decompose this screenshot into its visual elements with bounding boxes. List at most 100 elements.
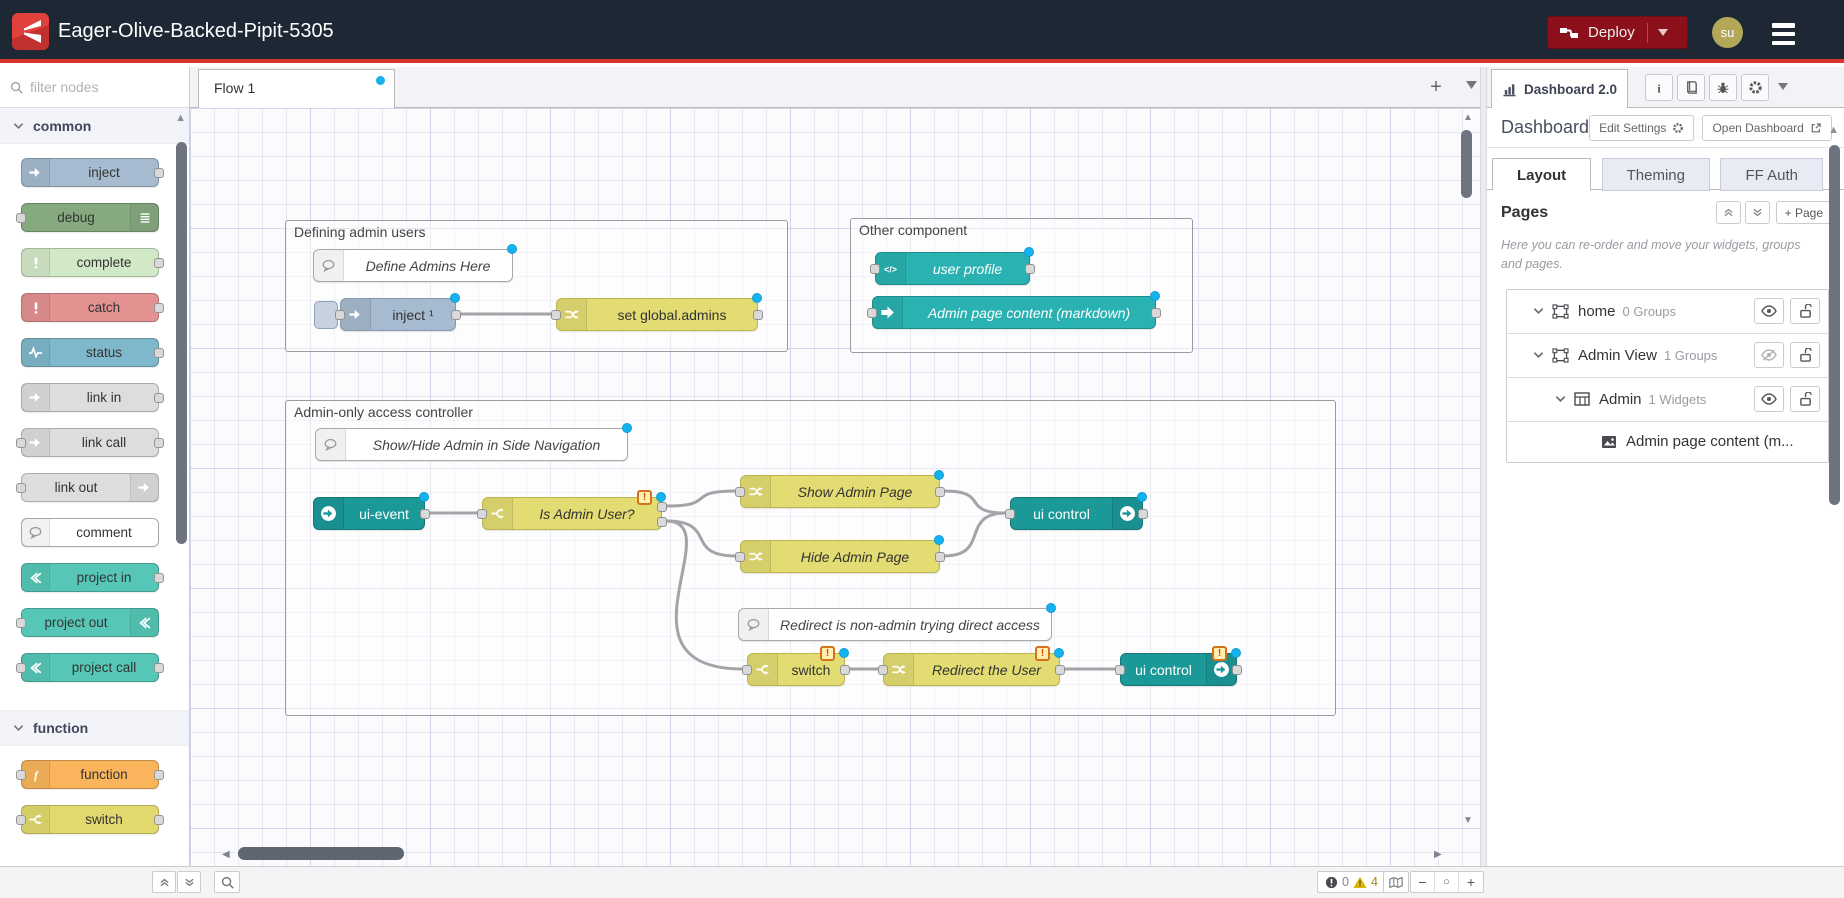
lock-toggle[interactable] <box>1790 342 1820 368</box>
palette-node-project-out[interactable]: project out <box>21 608 159 637</box>
flow-node-redirect-is-non-admin-trying-direct-access[interactable]: Redirect is non-admin trying direct acce… <box>738 608 1052 641</box>
canvas-scroll-left-icon[interactable]: ◀ <box>222 849 230 860</box>
palette-node-comment[interactable]: comment <box>21 518 159 547</box>
input-port[interactable] <box>1005 509 1015 519</box>
input-port[interactable] <box>335 310 345 320</box>
output-port[interactable] <box>1025 264 1035 274</box>
flow-node-ui-control[interactable]: ui control <box>1010 497 1143 530</box>
tab-dashboard-2[interactable]: Dashboard 2.0 <box>1491 69 1628 108</box>
deploy-button[interactable]: Deploy <box>1547 16 1688 49</box>
input-port[interactable] <box>1115 665 1125 675</box>
pages-tree-row-admin-page-content-m-[interactable]: Admin page content (m... <box>1507 422 1828 462</box>
tab-debug-button[interactable] <box>1709 74 1737 101</box>
input-port[interactable] <box>867 308 877 318</box>
output-port[interactable] <box>1138 509 1148 519</box>
notifications-badge[interactable]: 0 4 <box>1317 871 1386 893</box>
zoom-reset-button[interactable]: ○ <box>1435 872 1459 892</box>
add-page-button[interactable]: + Page <box>1776 201 1832 224</box>
add-flow-button[interactable]: + <box>1423 75 1449 101</box>
tab-config-button[interactable] <box>1741 74 1769 101</box>
output-port[interactable] <box>840 665 850 675</box>
pages-tree-row-admin-view[interactable]: Admin View1 Groups <box>1507 334 1828 378</box>
sidebar-tabs-caret[interactable] <box>1778 83 1788 90</box>
palette-collapse-all-button[interactable] <box>152 871 176 893</box>
canvas-vscrollbar[interactable] <box>1461 130 1472 198</box>
palette-node-status[interactable]: status <box>21 338 159 367</box>
output-port[interactable] <box>657 517 667 527</box>
visibility-toggle[interactable] <box>1754 342 1784 368</box>
palette-node-switch[interactable]: switch <box>21 805 159 834</box>
canvas-scroll-up-icon[interactable]: ▲ <box>1463 112 1473 123</box>
palette-node-link-in[interactable]: link in <box>21 383 159 412</box>
output-port[interactable] <box>657 502 667 512</box>
user-avatar[interactable]: su <box>1712 17 1743 48</box>
palette-node-project-call[interactable]: project call <box>21 653 159 682</box>
sidebar-scroll-up-icon[interactable]: ▲ <box>1828 124 1839 136</box>
input-port[interactable] <box>870 264 880 274</box>
tab-theming[interactable]: Theming <box>1602 158 1710 191</box>
output-port[interactable] <box>1055 665 1065 675</box>
palette-category-common[interactable]: common <box>0 108 189 144</box>
flow-node-define-admins-here[interactable]: Define Admins Here <box>313 249 513 282</box>
flow-node-admin-page-content-markdown-[interactable]: Admin page content (markdown) <box>872 296 1156 329</box>
sidebar-scrollbar[interactable] <box>1829 145 1840 505</box>
flow-node-ui-control[interactable]: ui control! <box>1120 653 1237 686</box>
lock-toggle[interactable] <box>1790 298 1820 324</box>
flow-node-set-global-admins[interactable]: set global.admins <box>556 298 758 331</box>
collapse-all-button[interactable] <box>1716 201 1741 224</box>
palette-filter-input[interactable] <box>30 79 160 95</box>
flow-node-user-profile[interactable]: </>user profile <box>875 252 1030 285</box>
output-port[interactable] <box>420 509 430 519</box>
input-port[interactable] <box>477 509 487 519</box>
output-port[interactable] <box>753 310 763 320</box>
output-port[interactable] <box>1232 665 1242 675</box>
palette-scroll-up-icon[interactable]: ▲ <box>175 112 186 124</box>
zoom-in-button[interactable]: + <box>1459 872 1483 892</box>
palette-expand-all-button[interactable] <box>177 871 201 893</box>
flow-node-switch[interactable]: switch! <box>747 653 845 686</box>
tab-flow-1[interactable]: Flow 1 <box>198 69 395 108</box>
tab-info-button[interactable]: i <box>1645 74 1673 101</box>
search-flows-button[interactable] <box>214 871 240 893</box>
palette-node-catch[interactable]: catch <box>21 293 159 322</box>
flow-node-show-hide-admin-in-side-navigation[interactable]: Show/Hide Admin in Side Navigation <box>315 428 628 461</box>
expand-all-button[interactable] <box>1745 201 1770 224</box>
input-port[interactable] <box>878 665 888 675</box>
palette-node-link-out[interactable]: link out <box>21 473 159 502</box>
palette-scrollbar[interactable] <box>176 142 187 544</box>
canvas-hscrollbar[interactable] <box>238 847 404 860</box>
flow-node-inject-[interactable]: inject ¹ <box>340 298 456 331</box>
flow-node-show-admin-page[interactable]: Show Admin Page <box>740 475 940 508</box>
zoom-out-button[interactable]: − <box>1411 872 1435 892</box>
flow-group[interactable]: Other component <box>850 218 1193 353</box>
canvas-scroll-down-icon[interactable]: ▼ <box>1463 815 1473 826</box>
palette-node-function[interactable]: ffunction <box>21 760 159 789</box>
sidebar-splitter[interactable] <box>1480 67 1487 866</box>
open-dashboard-button[interactable]: Open Dashboard <box>1702 115 1831 141</box>
input-port[interactable] <box>551 310 561 320</box>
flow-node-ui-event[interactable]: ui-event <box>313 497 425 530</box>
palette-search[interactable] <box>0 67 189 108</box>
flow-node-hide-admin-page[interactable]: Hide Admin Page <box>740 540 940 573</box>
deploy-options-caret[interactable] <box>1647 23 1668 43</box>
palette-node-complete[interactable]: complete <box>21 248 159 277</box>
tab-help-button[interactable] <box>1677 74 1705 101</box>
palette-node-link-call[interactable]: link call <box>21 428 159 457</box>
chevron-down-icon[interactable] <box>1555 395 1566 403</box>
flow-canvas[interactable]: Defining admin users Other componentAdmin… <box>190 108 1480 866</box>
chevron-down-icon[interactable] <box>1533 307 1544 315</box>
output-port[interactable] <box>935 552 945 562</box>
pages-tree-row-home[interactable]: home0 Groups <box>1507 290 1828 334</box>
tab-ff-auth[interactable]: FF Auth <box>1720 158 1823 191</box>
flow-list-caret[interactable] <box>1466 81 1477 89</box>
palette-node-debug[interactable]: debug <box>21 203 159 232</box>
input-port[interactable] <box>742 665 752 675</box>
lock-toggle[interactable] <box>1790 386 1820 412</box>
flow-group[interactable]: Defining admin users <box>285 220 788 352</box>
palette-node-inject[interactable]: inject <box>21 158 159 187</box>
palette-category-function[interactable]: function <box>0 710 189 746</box>
chevron-down-icon[interactable] <box>1533 351 1544 359</box>
palette-node-project-in[interactable]: project in <box>21 563 159 592</box>
visibility-toggle[interactable] <box>1754 298 1784 324</box>
output-port[interactable] <box>1151 308 1161 318</box>
